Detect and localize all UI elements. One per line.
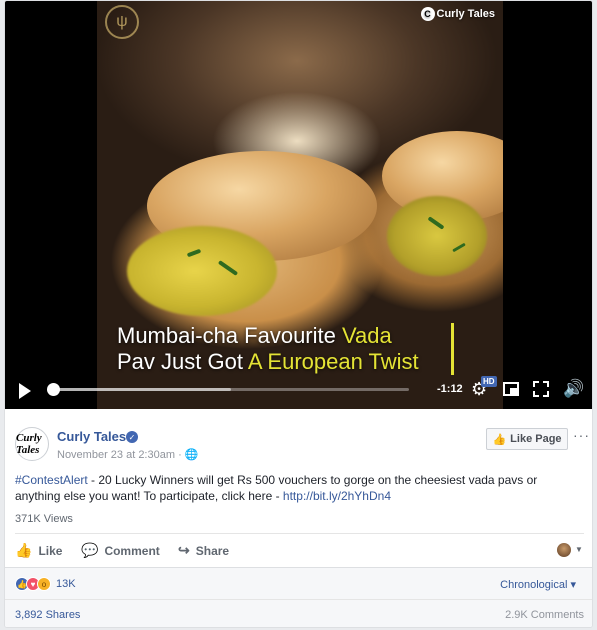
- hd-badge: HD: [481, 376, 497, 387]
- caption-highlight: Vada: [341, 323, 392, 348]
- divider: [15, 533, 584, 534]
- caption-accent-bar: [451, 323, 454, 375]
- thumbs-up-icon: 👍: [492, 433, 507, 446]
- scrubber-handle[interactable]: [47, 383, 60, 396]
- brand-logo-text: Curly Tales: [436, 8, 496, 20]
- share-arrow-icon: ↪: [178, 542, 190, 558]
- comments-count-link[interactable]: 2.9K Comments: [505, 609, 584, 621]
- like-label: Like: [38, 543, 63, 558]
- curly-tales-watermark: C Curly Tales: [420, 7, 496, 21]
- post-url-link[interactable]: http://bit.ly/2hYhDn4: [283, 489, 391, 503]
- wow-reaction-icon: o: [37, 577, 51, 591]
- timestamp-text[interactable]: November 23 at 2:30am ·: [57, 449, 185, 461]
- avatar-text: Curly Tales: [16, 432, 42, 456]
- vada-filling-left: [127, 226, 277, 316]
- time-remaining: -1:12: [437, 383, 463, 395]
- page-name-link[interactable]: Curly Tales: [57, 429, 126, 444]
- thumbs-up-icon: 👍: [15, 542, 33, 558]
- video-caption-line1: Mumbai-cha Favourite Vada: [117, 323, 392, 349]
- share-label: Share: [195, 543, 230, 558]
- video-frame[interactable]: ψ C Curly Tales Mumbai-cha Favourite Vad…: [97, 1, 503, 409]
- comment-label: Comment: [104, 543, 160, 558]
- curly-logo-icon: C: [420, 7, 435, 21]
- like-button[interactable]: 👍 Like: [15, 542, 62, 559]
- avatar[interactable]: Curly Tales: [15, 427, 49, 461]
- comment-sort-dropdown[interactable]: Chronological ▾: [500, 578, 576, 591]
- volume-icon[interactable]: 🔊: [563, 379, 584, 399]
- video-post-card: ψ C Curly Tales Mumbai-cha Favourite Vad…: [4, 0, 593, 628]
- reactions-bar: 👍 ♥ o 13K Chronological ▾: [5, 567, 592, 599]
- globe-icon: 🌐: [184, 449, 199, 461]
- video-player[interactable]: ψ C Curly Tales Mumbai-cha Favourite Vad…: [5, 1, 592, 409]
- like-page-label: Like Page: [510, 433, 562, 445]
- caption-highlight: A European Twist: [247, 349, 419, 374]
- reactions-summary[interactable]: 👍 ♥ o 13K: [15, 577, 76, 591]
- play-icon[interactable]: [19, 383, 31, 399]
- view-count: 371K Views: [15, 513, 73, 525]
- verified-badge-icon: ✓: [126, 431, 138, 443]
- post-text: #ContestAlert - 20 Lucky Winners will ge…: [15, 472, 585, 504]
- chevron-down-icon[interactable]: ▼: [575, 545, 583, 554]
- caption-text: Pav Just Got: [117, 349, 248, 374]
- post-timestamp[interactable]: November 23 at 2:30am · 🌐: [57, 448, 199, 461]
- comment-bubble-icon: 💬: [81, 542, 99, 558]
- share-comment-stats: 3,892 Shares 2.9K Comments: [5, 599, 592, 627]
- fullscreen-icon[interactable]: [533, 381, 549, 397]
- like-page-button[interactable]: 👍 Like Page: [486, 428, 568, 450]
- post-text-body: - 20 Lucky Winners will get Rs 500 vouch…: [15, 473, 538, 503]
- shares-count-link[interactable]: 3,892 Shares: [15, 609, 80, 621]
- video-caption-line2: Pav Just Got A European Twist: [117, 349, 419, 375]
- reactions-count[interactable]: 13K: [56, 578, 76, 590]
- buffer-bar: [53, 388, 231, 391]
- action-bar: 👍 Like 💬 Comment ↪ Share ▼: [5, 535, 592, 567]
- vada-filling-right: [387, 196, 487, 276]
- comment-button[interactable]: 💬 Comment: [81, 542, 160, 559]
- caption-text: Mumbai-cha Favourite: [117, 323, 342, 348]
- share-button[interactable]: ↪ Share: [178, 542, 229, 559]
- progress-track[interactable]: [47, 383, 409, 396]
- video-controls: -1:12 ⚙ HD 🔊: [5, 373, 592, 409]
- fork-badge-icon: ψ: [105, 5, 139, 39]
- viewer-avatar[interactable]: [557, 543, 571, 557]
- more-options-icon[interactable]: ···: [573, 427, 590, 443]
- hashtag-link[interactable]: #ContestAlert: [15, 473, 88, 487]
- picture-in-picture-icon[interactable]: [503, 382, 519, 396]
